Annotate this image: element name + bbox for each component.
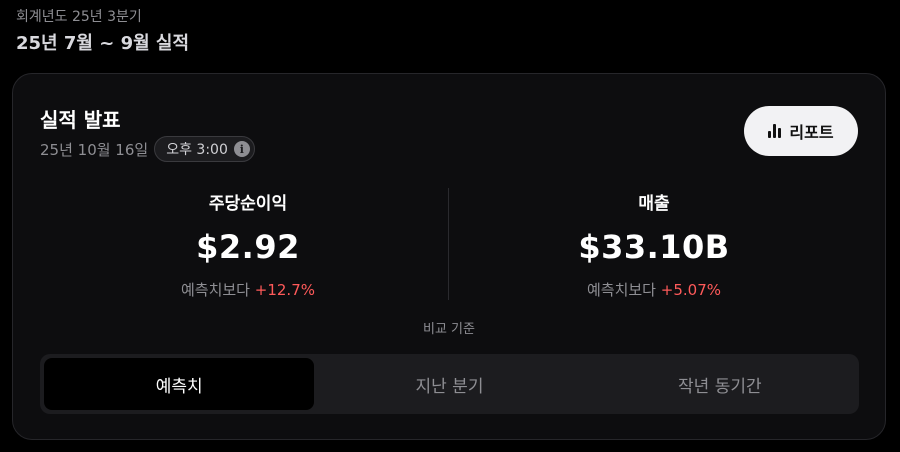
comparison-basis-label: 비교 기준	[423, 322, 475, 337]
earnings-card: 실적 발표 25년 10월 16일 오후 3:00 i 리포트 주당순이익 $2…	[12, 73, 886, 440]
revenue-comparison: 예측치보다 +5.07%	[449, 280, 859, 300]
fiscal-quarter-label: 회계년도 25년 3분기	[16, 9, 142, 25]
basis-option-same-period-last-year[interactable]: 작년 동기간	[585, 358, 855, 410]
info-icon[interactable]: i	[233, 141, 250, 157]
revenue-value: $33.10B	[578, 228, 730, 266]
comparison-basis-selector: 예측치 지난 분기 작년 동기간	[40, 354, 859, 414]
bar-chart-icon	[768, 124, 782, 138]
period-title: 25년 7월 ~ 9월 실적	[16, 33, 190, 54]
basis-option-forecast[interactable]: 예측치	[44, 358, 315, 410]
eps-delta: +12.7%	[254, 281, 316, 299]
basis-option-last-quarter[interactable]: 지난 분기	[314, 358, 584, 410]
announcement-date-row: 25년 10월 16일 오후 3:00 i	[40, 136, 255, 162]
revenue-metric: 매출 $33.10B 예측치보다 +5.07%	[449, 192, 859, 300]
announcement-time: 오후 3:00	[166, 142, 228, 158]
eps-compare-text: 예측치보다	[180, 281, 250, 299]
announcement-time-pill[interactable]: 오후 3:00 i	[154, 136, 255, 162]
page-header: 회계년도 25년 3분기 25년 7월 ~ 9월 실적	[16, 8, 189, 56]
report-button-label: 리포트	[789, 123, 834, 142]
eps-label: 주당순이익	[208, 194, 288, 214]
report-button[interactable]: 리포트	[744, 106, 858, 156]
revenue-delta: +5.07%	[660, 281, 722, 299]
card-title: 실적 발표	[40, 108, 121, 132]
eps-metric: 주당순이익 $2.92 예측치보다 +12.7%	[43, 192, 453, 300]
revenue-compare-text: 예측치보다	[586, 281, 656, 299]
announcement-date: 25년 10월 16일	[40, 140, 149, 159]
revenue-label: 매출	[638, 194, 670, 214]
eps-value: $2.92	[196, 228, 300, 266]
eps-comparison: 예측치보다 +12.7%	[43, 280, 453, 300]
